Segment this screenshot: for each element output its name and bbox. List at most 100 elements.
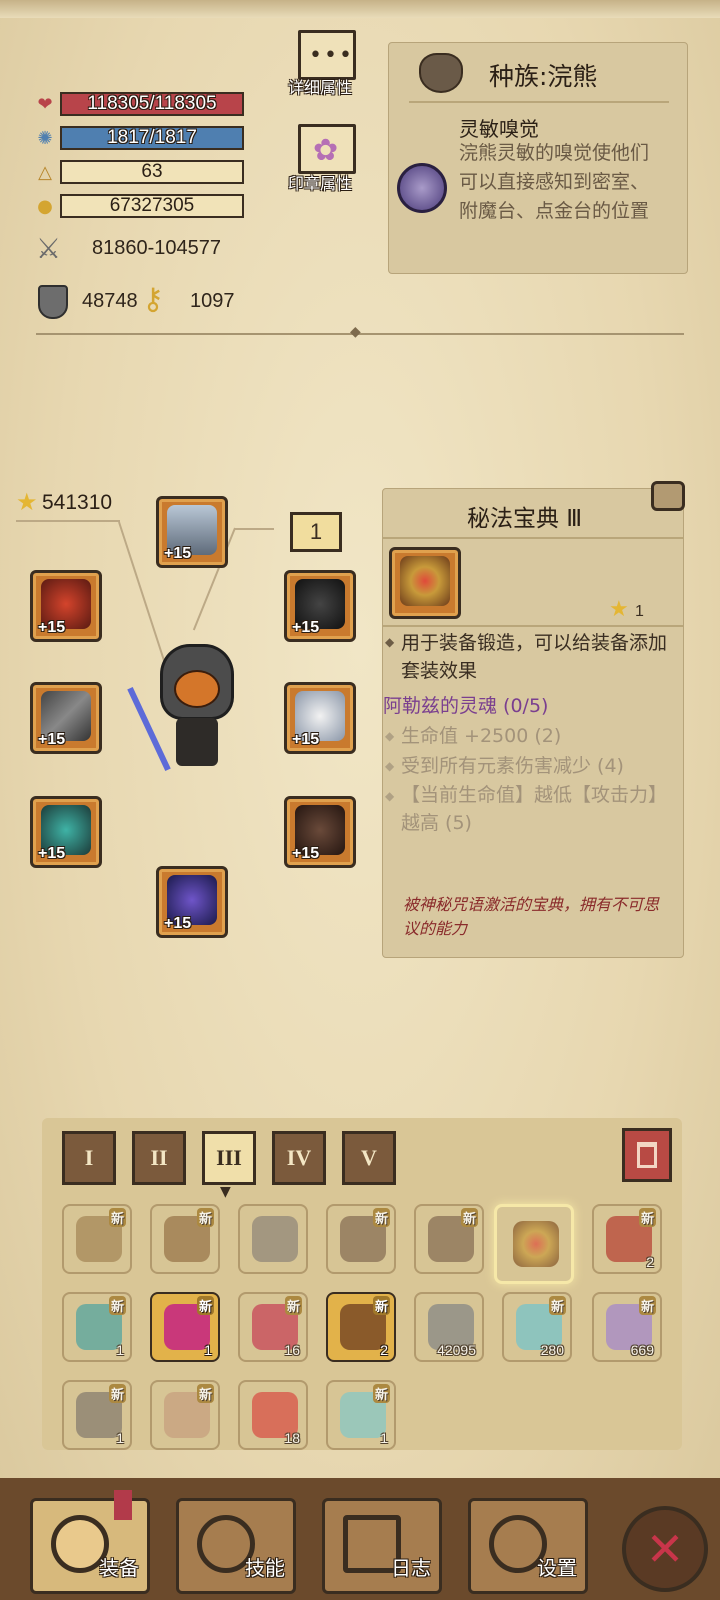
divider-ornament: ◆ (350, 324, 361, 340)
armor-slot[interactable]: +15 (30, 570, 102, 642)
tome-icon (400, 556, 450, 606)
close-icon: ✕ (645, 1522, 685, 1576)
new-badge: 新 (196, 1384, 214, 1403)
item-count: 1 (204, 1342, 212, 1358)
wings-slot[interactable]: +15 (284, 682, 356, 754)
item-count: 1 (116, 1430, 124, 1446)
item-name: 秘法宝典 Ⅲ (467, 506, 583, 532)
cloak-slot[interactable]: +15 (284, 796, 356, 868)
inventory-slot[interactable]: 新 16 (238, 1292, 308, 1362)
set-name: 阿勒兹的灵魂 (0/5) (383, 695, 549, 717)
shield-icon (38, 285, 68, 319)
gloves-slot[interactable]: +15 (30, 796, 102, 868)
set-effect-2: 受到所有元素伤害减少 (4) (401, 755, 624, 777)
heart-icon: ❤ (37, 93, 53, 115)
tome-icon (513, 1221, 559, 1267)
inventory-slot[interactable]: 新 280 (502, 1292, 572, 1362)
dots-icon: ••• (309, 43, 354, 68)
body (176, 718, 218, 766)
seal-attributes-label: 印章属性 (288, 174, 353, 193)
inventory-slot[interactable]: 新 (150, 1204, 220, 1274)
gold-row: ● 67327305 (34, 192, 244, 220)
new-badge: 新 (108, 1208, 126, 1227)
lock-open-icon[interactable] (651, 481, 685, 511)
tab-5[interactable]: V (342, 1131, 396, 1185)
inventory-slot[interactable]: 42095 (414, 1292, 484, 1362)
item-count: 669 (630, 1342, 654, 1358)
inventory-slot[interactable]: 新 (326, 1204, 396, 1274)
item-description: 用于装备锻造，可以给装备添加套装效果 (401, 632, 668, 682)
trait-name: 灵敏嗅觉 (459, 117, 539, 141)
inventory-slot[interactable]: 新 (414, 1204, 484, 1274)
new-badge: 新 (460, 1208, 478, 1227)
belt-slot[interactable]: +15 (284, 570, 356, 642)
inventory-slot[interactable]: 新 (150, 1380, 220, 1450)
close-button[interactable]: ✕ (622, 1506, 708, 1592)
race-divider (409, 101, 669, 103)
item-count: 2 (646, 1254, 654, 1270)
inventory-slot[interactable]: 新1 (326, 1380, 396, 1450)
detail-attributes-button[interactable]: ••• (298, 30, 356, 80)
inventory-slot[interactable]: 18 (238, 1380, 308, 1450)
bullet: ◆ (385, 789, 395, 803)
item-count: 2 (380, 1342, 388, 1358)
nav-settings-label: 设置 (537, 1556, 577, 1580)
nav-skills[interactable]: 技能 (176, 1498, 296, 1594)
inventory-slot[interactable]: 新2 (326, 1292, 396, 1362)
inventory-slot[interactable]: 新1 (150, 1292, 220, 1362)
boots-slot[interactable]: +15 (156, 866, 228, 938)
equipment-score: 541310 (42, 491, 113, 514)
inventory-slot[interactable]: 新 (62, 1204, 132, 1274)
seal-attributes-button[interactable]: ✿ (298, 124, 356, 174)
race-panel: 种族:浣熊 灵敏嗅觉 浣熊灵敏的嗅觉使他们可以直接感知到密室、附魔台、点金台的位… (388, 42, 688, 274)
hp-row: ❤ 118305/118305 (34, 90, 244, 118)
weapon-slot[interactable]: +15 (30, 682, 102, 754)
nav-skills-label: 技能 (245, 1556, 285, 1580)
helmet-icon (252, 1216, 298, 1262)
new-badge: 新 (638, 1208, 656, 1227)
tab-1[interactable]: I (62, 1131, 116, 1185)
equipment-badge[interactable]: 1 (290, 512, 342, 552)
inventory-slot[interactable]: 新1 (62, 1292, 132, 1362)
inventory-slot[interactable]: 新 669 (592, 1292, 662, 1362)
delete-button[interactable] (622, 1128, 672, 1182)
inventory-slot[interactable]: 新2 (592, 1204, 662, 1274)
new-badge: 新 (108, 1384, 126, 1403)
trash-icon (637, 1142, 657, 1168)
nav-equipment[interactable]: 装备 (30, 1498, 150, 1594)
item-count: 1 (380, 1430, 388, 1446)
inventory-slot-selected[interactable] (494, 1204, 574, 1284)
character-sprite (127, 640, 250, 780)
nav-log[interactable]: 日志 (322, 1498, 442, 1594)
enhance-level: +15 (292, 731, 320, 748)
bookmark-ribbon (114, 1490, 132, 1520)
tab-2[interactable]: II (132, 1131, 186, 1185)
new-badge: 新 (372, 1296, 390, 1315)
gold-icon: ● (37, 195, 53, 217)
tab-4[interactable]: IV (272, 1131, 326, 1185)
score-underline (16, 520, 120, 522)
inventory-slot[interactable] (238, 1204, 308, 1274)
item-count: 18 (284, 1430, 300, 1446)
hp-bar: 118305/118305 (60, 92, 244, 116)
mana-icon: ✺ (37, 127, 53, 149)
item-count: 1 (116, 1342, 124, 1358)
key-icon: ⚷ (142, 282, 164, 317)
item-count: 42095 (437, 1342, 476, 1358)
race-title: 种族:浣熊 (489, 62, 598, 91)
item-title-divider (383, 537, 683, 539)
inventory-slot[interactable]: 新1 (62, 1380, 132, 1450)
enhance-level: +15 (164, 545, 192, 562)
nav-log-label: 日志 (391, 1556, 431, 1580)
item-star-icon: ★ (609, 597, 629, 622)
new-badge: 新 (638, 1296, 656, 1315)
set-effect-3: 【当前生命值】越低【攻击力】越高 (5) (401, 784, 668, 834)
helmet-slot[interactable]: +15 (156, 496, 228, 568)
nav-settings[interactable]: 设置 (468, 1498, 588, 1594)
other-value: 1097 (190, 290, 235, 312)
item-detail-panel: 秘法宝典 Ⅲ ★ 1 ◆ 用于装备锻造，可以给装备添加套装效果 阿勒兹的灵魂 (… (382, 481, 685, 958)
new-badge: 新 (548, 1296, 566, 1315)
tab-3[interactable]: III (202, 1131, 256, 1185)
item-icon (389, 547, 461, 619)
enhance-level: +15 (292, 619, 320, 636)
